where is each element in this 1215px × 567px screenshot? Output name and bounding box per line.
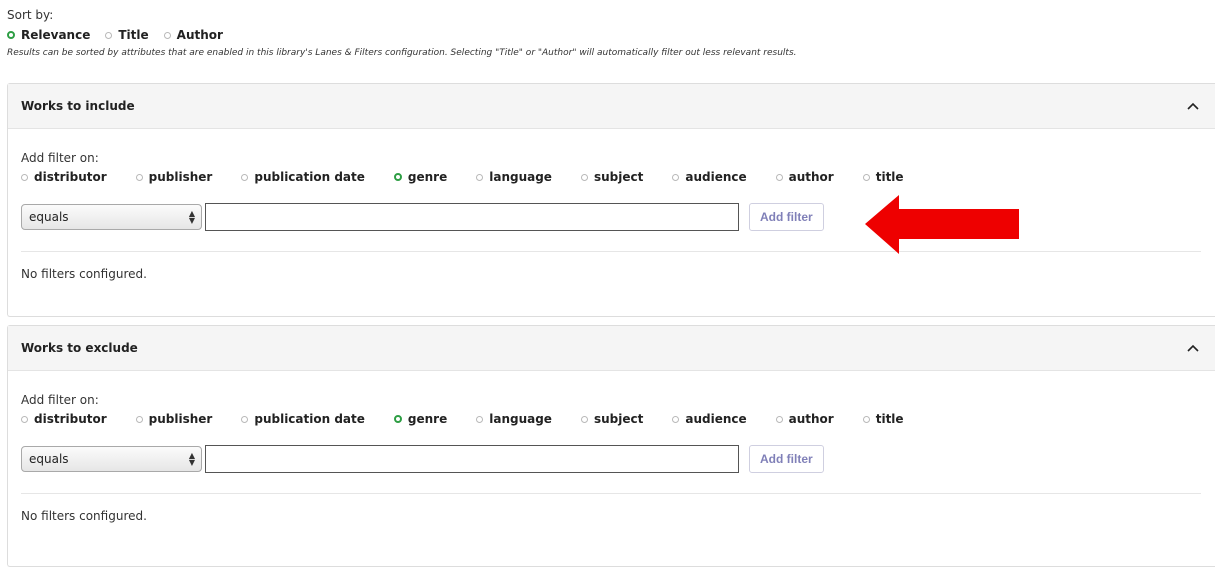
red-arrow-left-icon (865, 195, 1019, 254)
filter-option-publication-date[interactable]: publication date (241, 170, 365, 184)
filter-option-author[interactable]: author (775, 170, 834, 184)
sort-options: Relevance Title Author (7, 26, 1207, 44)
radio-icon[interactable] (241, 173, 249, 181)
filter-option-author[interactable]: author (775, 412, 834, 426)
filter-options: distributor publisher publication date g… (21, 410, 1203, 428)
filter-value-input[interactable] (205, 445, 739, 473)
filter-option-label: language (489, 412, 552, 426)
filter-option-label: audience (685, 170, 747, 184)
radio-icon[interactable] (580, 173, 588, 181)
filter-option-label: publisher (148, 412, 213, 426)
radio-icon[interactable] (580, 415, 588, 423)
filter-option-publisher[interactable]: publisher (135, 170, 213, 184)
radio-icon[interactable] (862, 415, 870, 423)
operator-select[interactable]: equals ▲ ▼ (21, 446, 202, 472)
operator-select-value: equals (29, 452, 69, 466)
filter-option-genre[interactable]: genre (393, 170, 448, 184)
add-filter-button[interactable]: Add filter (749, 203, 824, 231)
filter-option-label: subject (593, 170, 644, 184)
panel-body: Add filter on: distributor publisher pub… (8, 150, 1215, 282)
filter-option-label: title (875, 412, 904, 426)
filter-input-row: equals ▲ ▼ Add filter (21, 203, 1203, 231)
radio-icon[interactable] (21, 173, 28, 181)
radio-checked-icon[interactable] (393, 173, 402, 181)
filter-value-input[interactable] (205, 203, 739, 231)
filter-option-label: publication date (254, 170, 365, 184)
radio-icon[interactable] (672, 415, 680, 423)
radio-icon[interactable] (476, 415, 484, 423)
filter-option-title[interactable]: title (862, 170, 904, 184)
radio-icon[interactable] (135, 173, 143, 181)
up-down-arrows-icon: ▲ ▼ (188, 451, 195, 467)
sort-note: Results can be sorted by attributes that… (7, 48, 797, 58)
filter-option-title[interactable]: title (862, 412, 904, 426)
sort-option-label: Relevance (21, 28, 91, 42)
panel-heading[interactable]: Works to include (8, 84, 1215, 129)
filter-option-audience[interactable]: audience (672, 170, 747, 184)
filter-option-label: publisher (148, 170, 213, 184)
chevron-up-icon[interactable] (1178, 91, 1208, 121)
panel-title: Works to include (21, 99, 135, 113)
filter-option-label: language (489, 170, 552, 184)
sort-label: Sort by: (7, 8, 54, 22)
filter-option-label: author (788, 412, 834, 426)
filter-option-label: distributor (34, 412, 107, 426)
add-filter-label: Add filter on: (21, 151, 99, 165)
radio-checked-icon[interactable] (393, 415, 402, 423)
filter-option-publication-date[interactable]: publication date (241, 412, 365, 426)
filter-options: distributor publisher publication date g… (21, 168, 1203, 186)
filter-option-label: publication date (254, 412, 365, 426)
radio-icon[interactable] (21, 415, 28, 423)
radio-icon[interactable] (476, 173, 484, 181)
panel-title: Works to exclude (21, 341, 138, 355)
radio-checked-icon[interactable] (7, 31, 15, 39)
filter-option-subject[interactable]: subject (580, 412, 644, 426)
divider (21, 493, 1201, 494)
radio-icon[interactable] (163, 31, 171, 39)
sort-option-label: Title (118, 28, 149, 42)
panel-body: Add filter on: distributor publisher pub… (8, 392, 1215, 524)
filter-option-publisher[interactable]: publisher (135, 412, 213, 426)
filter-option-label: distributor (34, 170, 107, 184)
chevron-up-icon[interactable] (1178, 333, 1208, 363)
sort-option-title[interactable]: Title (105, 28, 149, 42)
filter-input-row: equals ▲ ▼ Add filter (21, 445, 1203, 473)
radio-icon[interactable] (105, 31, 113, 39)
filter-option-label: subject (593, 412, 644, 426)
panel-heading[interactable]: Works to exclude (8, 326, 1215, 371)
no-filters-text: No filters configured. (21, 267, 147, 281)
filter-option-language[interactable]: language (476, 170, 552, 184)
filter-option-label: title (875, 170, 904, 184)
radio-icon[interactable] (775, 173, 783, 181)
sort-option-author[interactable]: Author (163, 28, 223, 42)
filter-option-genre[interactable]: genre (393, 412, 448, 426)
works-to-include-panel: Works to include Add filter on: distribu… (7, 83, 1215, 317)
radio-icon[interactable] (862, 173, 870, 181)
filter-option-label: audience (685, 412, 747, 426)
sort-section: Sort by: Relevance Title Author Results … (7, 7, 1207, 59)
radio-icon[interactable] (672, 173, 680, 181)
radio-icon[interactable] (241, 415, 249, 423)
sort-option-label: Author (176, 28, 223, 42)
radio-icon[interactable] (135, 415, 143, 423)
filter-option-distributor[interactable]: distributor (21, 170, 107, 184)
filter-option-language[interactable]: language (476, 412, 552, 426)
filter-option-distributor[interactable]: distributor (21, 412, 107, 426)
filter-option-label: author (788, 170, 834, 184)
works-to-exclude-panel: Works to exclude Add filter on: distribu… (7, 325, 1215, 567)
filter-option-label: genre (407, 412, 448, 426)
filter-option-label: genre (407, 170, 448, 184)
up-down-arrows-icon: ▲ ▼ (188, 209, 195, 225)
add-filter-label: Add filter on: (21, 393, 99, 407)
operator-select-value: equals (29, 210, 69, 224)
divider (21, 251, 1201, 252)
filter-option-audience[interactable]: audience (672, 412, 747, 426)
sort-option-relevance[interactable]: Relevance (7, 28, 90, 42)
add-filter-button[interactable]: Add filter (749, 445, 824, 473)
operator-select[interactable]: equals ▲ ▼ (21, 204, 202, 230)
no-filters-text: No filters configured. (21, 509, 147, 523)
filter-option-subject[interactable]: subject (580, 170, 644, 184)
radio-icon[interactable] (775, 415, 783, 423)
